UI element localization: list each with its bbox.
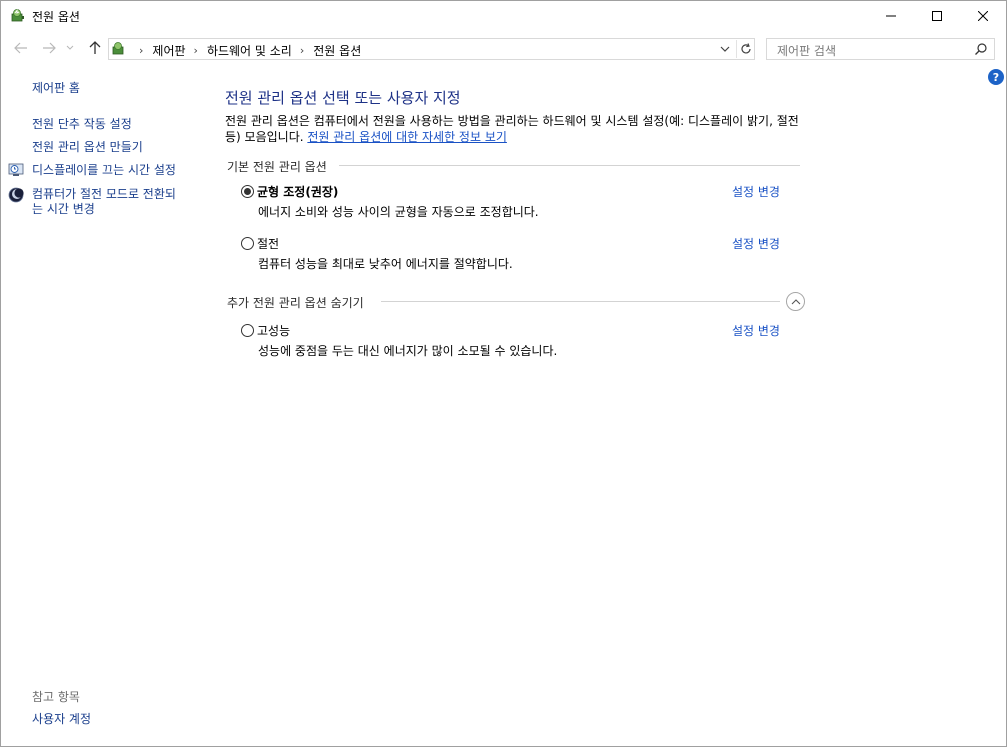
power-options-window: 전원 옵션 › 제어판 › 하드웨어 및 소리 › 전원 옵션 제어판 검색 ?… — [0, 0, 1007, 747]
more-info-link[interactable]: 전원 관리 옵션에 대한 자세한 정보 보기 — [307, 130, 507, 144]
plan-power-saver-description: 컴퓨터 성능을 최대로 낮추어 에너지를 절약합니다. — [258, 257, 513, 271]
search-placeholder: 제어판 검색 — [777, 44, 837, 58]
minimize-button[interactable] — [868, 1, 914, 31]
search-icon — [975, 43, 987, 55]
collapse-additional-plans-button[interactable] — [786, 292, 805, 311]
minimize-icon — [886, 15, 896, 17]
section-basic-plans: 기본 전원 관리 옵션 — [227, 158, 333, 175]
plan-high-performance-change-settings[interactable]: 설정 변경 — [732, 322, 780, 339]
up-arrow-icon — [89, 41, 101, 54]
breadcrumb-separator[interactable]: › — [300, 44, 304, 57]
plan-balanced-radio[interactable] — [241, 185, 254, 198]
breadcrumb: › 제어판 › 하드웨어 및 소리 › 전원 옵션 — [131, 42, 361, 59]
power-options-icon — [11, 9, 24, 22]
breadcrumb-separator[interactable]: › — [194, 44, 198, 57]
sidebar-item-sleep-time-line2: 는 시간 변경 — [32, 202, 95, 216]
refresh-button[interactable] — [736, 40, 754, 58]
plan-high-performance-name[interactable]: 고성능 — [257, 322, 290, 339]
back-button[interactable] — [12, 38, 30, 58]
display-clock-icon — [8, 163, 24, 176]
sidebar-item-create-plan[interactable]: 전원 관리 옵션 만들기 — [32, 140, 143, 155]
plan-high-performance-radio[interactable] — [241, 324, 254, 337]
plan-power-saver-radio[interactable] — [241, 237, 254, 250]
title-bar: 전원 옵션 — [1, 1, 1006, 31]
forward-arrow-icon — [43, 42, 56, 54]
recent-chevron-icon — [66, 45, 74, 50]
refresh-icon — [740, 43, 751, 54]
sidebar-item-display-off-time[interactable]: 디스플레이를 끄는 시간 설정 — [32, 163, 176, 178]
close-icon — [978, 11, 988, 21]
breadcrumb-power-options[interactable]: 전원 옵션 — [313, 42, 361, 59]
maximize-icon — [932, 11, 942, 21]
close-button[interactable] — [960, 1, 1006, 31]
plan-power-saver-change-settings[interactable]: 설정 변경 — [732, 235, 780, 252]
forward-button[interactable] — [40, 38, 58, 58]
page-title: 전원 관리 옵션 선택 또는 사용자 지정 — [225, 89, 461, 107]
see-also-heading: 참고 항목 — [32, 690, 80, 704]
sidebar-item-sleep-time[interactable]: 컴퓨터가 절전 모드로 전환되 는 시간 변경 — [32, 187, 176, 217]
plan-power-saver-name[interactable]: 절전 — [257, 235, 279, 252]
control-panel-icon — [112, 42, 124, 55]
recent-locations-button[interactable] — [64, 38, 76, 58]
collapse-chevron-icon — [791, 298, 800, 304]
plan-balanced-description: 에너지 소비와 성능 사이의 균형을 자동으로 조정합니다. — [258, 205, 539, 219]
sidebar-item-power-buttons[interactable]: 전원 단추 작동 설정 — [32, 117, 132, 132]
window-title: 전원 옵션 — [32, 10, 80, 24]
plan-balanced-change-settings[interactable]: 설정 변경 — [732, 183, 780, 200]
page-description: 전원 관리 옵션은 컴퓨터에서 전원을 사용하는 방법을 관리하는 하드웨어 및… — [225, 113, 805, 145]
breadcrumb-hardware-sound[interactable]: 하드웨어 및 소리 — [207, 42, 292, 59]
up-button[interactable] — [86, 38, 104, 58]
sleep-moon-icon — [8, 187, 24, 203]
section-additional-plans: 추가 전원 관리 옵션 숨기기 — [227, 294, 370, 311]
sidebar-item-sleep-time-line1: 컴퓨터가 절전 모드로 전환되 — [32, 187, 176, 201]
address-dropdown-button[interactable] — [716, 41, 734, 57]
navigation-bar: › 제어판 › 하드웨어 및 소리 › 전원 옵션 제어판 검색 — [1, 34, 1006, 62]
search-input[interactable]: 제어판 검색 — [766, 38, 995, 60]
section-divider — [339, 165, 800, 166]
breadcrumb-separator[interactable]: › — [139, 44, 143, 57]
address-bar[interactable]: › 제어판 › 하드웨어 및 소리 › 전원 옵션 — [108, 38, 755, 60]
plan-high-performance-description: 성능에 중점을 두는 대신 에너지가 많이 소모될 수 있습니다. — [258, 344, 558, 358]
breadcrumb-control-panel[interactable]: 제어판 — [152, 42, 185, 59]
help-icon[interactable]: ? — [988, 69, 1004, 85]
section-divider — [381, 301, 780, 302]
back-arrow-icon — [14, 42, 27, 54]
dropdown-chevron-icon — [720, 46, 730, 52]
sidebar-item-user-accounts[interactable]: 사용자 계정 — [32, 712, 91, 727]
plan-balanced-name[interactable]: 균형 조정(권장) — [257, 183, 338, 200]
sidebar-control-panel-home[interactable]: 제어판 홈 — [32, 81, 80, 96]
maximize-button[interactable] — [914, 1, 960, 31]
